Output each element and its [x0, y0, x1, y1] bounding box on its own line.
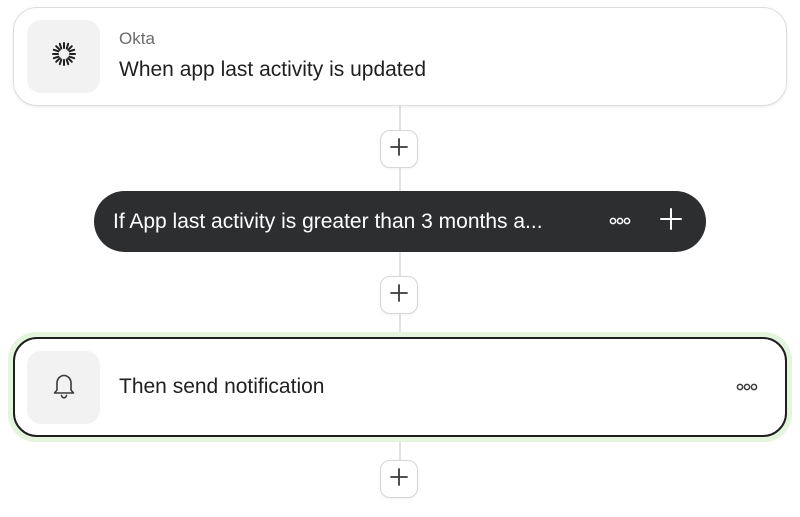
add-step-button[interactable]: [380, 460, 418, 498]
action-card[interactable]: Then send notification: [13, 337, 787, 437]
trigger-title: When app last activity is updated: [119, 58, 427, 81]
add-step-button[interactable]: [380, 130, 418, 168]
trigger-icon-tile: [27, 20, 100, 93]
more-horizontal-icon: [609, 212, 631, 230]
trigger-card[interactable]: Okta When app last activity is updated: [13, 7, 787, 106]
plus-icon: [389, 467, 409, 492]
condition-add-button[interactable]: [656, 206, 686, 236]
action-title: Then send notification: [119, 375, 325, 398]
okta-sunburst-icon: [50, 40, 78, 73]
condition-more-button[interactable]: [606, 209, 634, 233]
connector-line: [399, 442, 401, 462]
plus-icon: [660, 207, 682, 235]
condition-pill[interactable]: If App last activity is greater than 3 m…: [94, 191, 706, 252]
action-more-button[interactable]: [733, 375, 761, 399]
trigger-text: Okta When app last activity is updated: [119, 28, 426, 84]
condition-text: If App last activity is greater than 3 m…: [113, 210, 543, 233]
plus-icon: [389, 137, 409, 162]
bell-icon: [51, 371, 77, 404]
trigger-source-label: Okta: [119, 29, 155, 48]
more-horizontal-icon: [736, 378, 758, 396]
action-icon-tile: [27, 351, 100, 424]
plus-icon: [389, 283, 409, 308]
add-step-button[interactable]: [380, 276, 418, 314]
workflow-canvas: Okta When app last activity is updated I…: [0, 0, 800, 517]
